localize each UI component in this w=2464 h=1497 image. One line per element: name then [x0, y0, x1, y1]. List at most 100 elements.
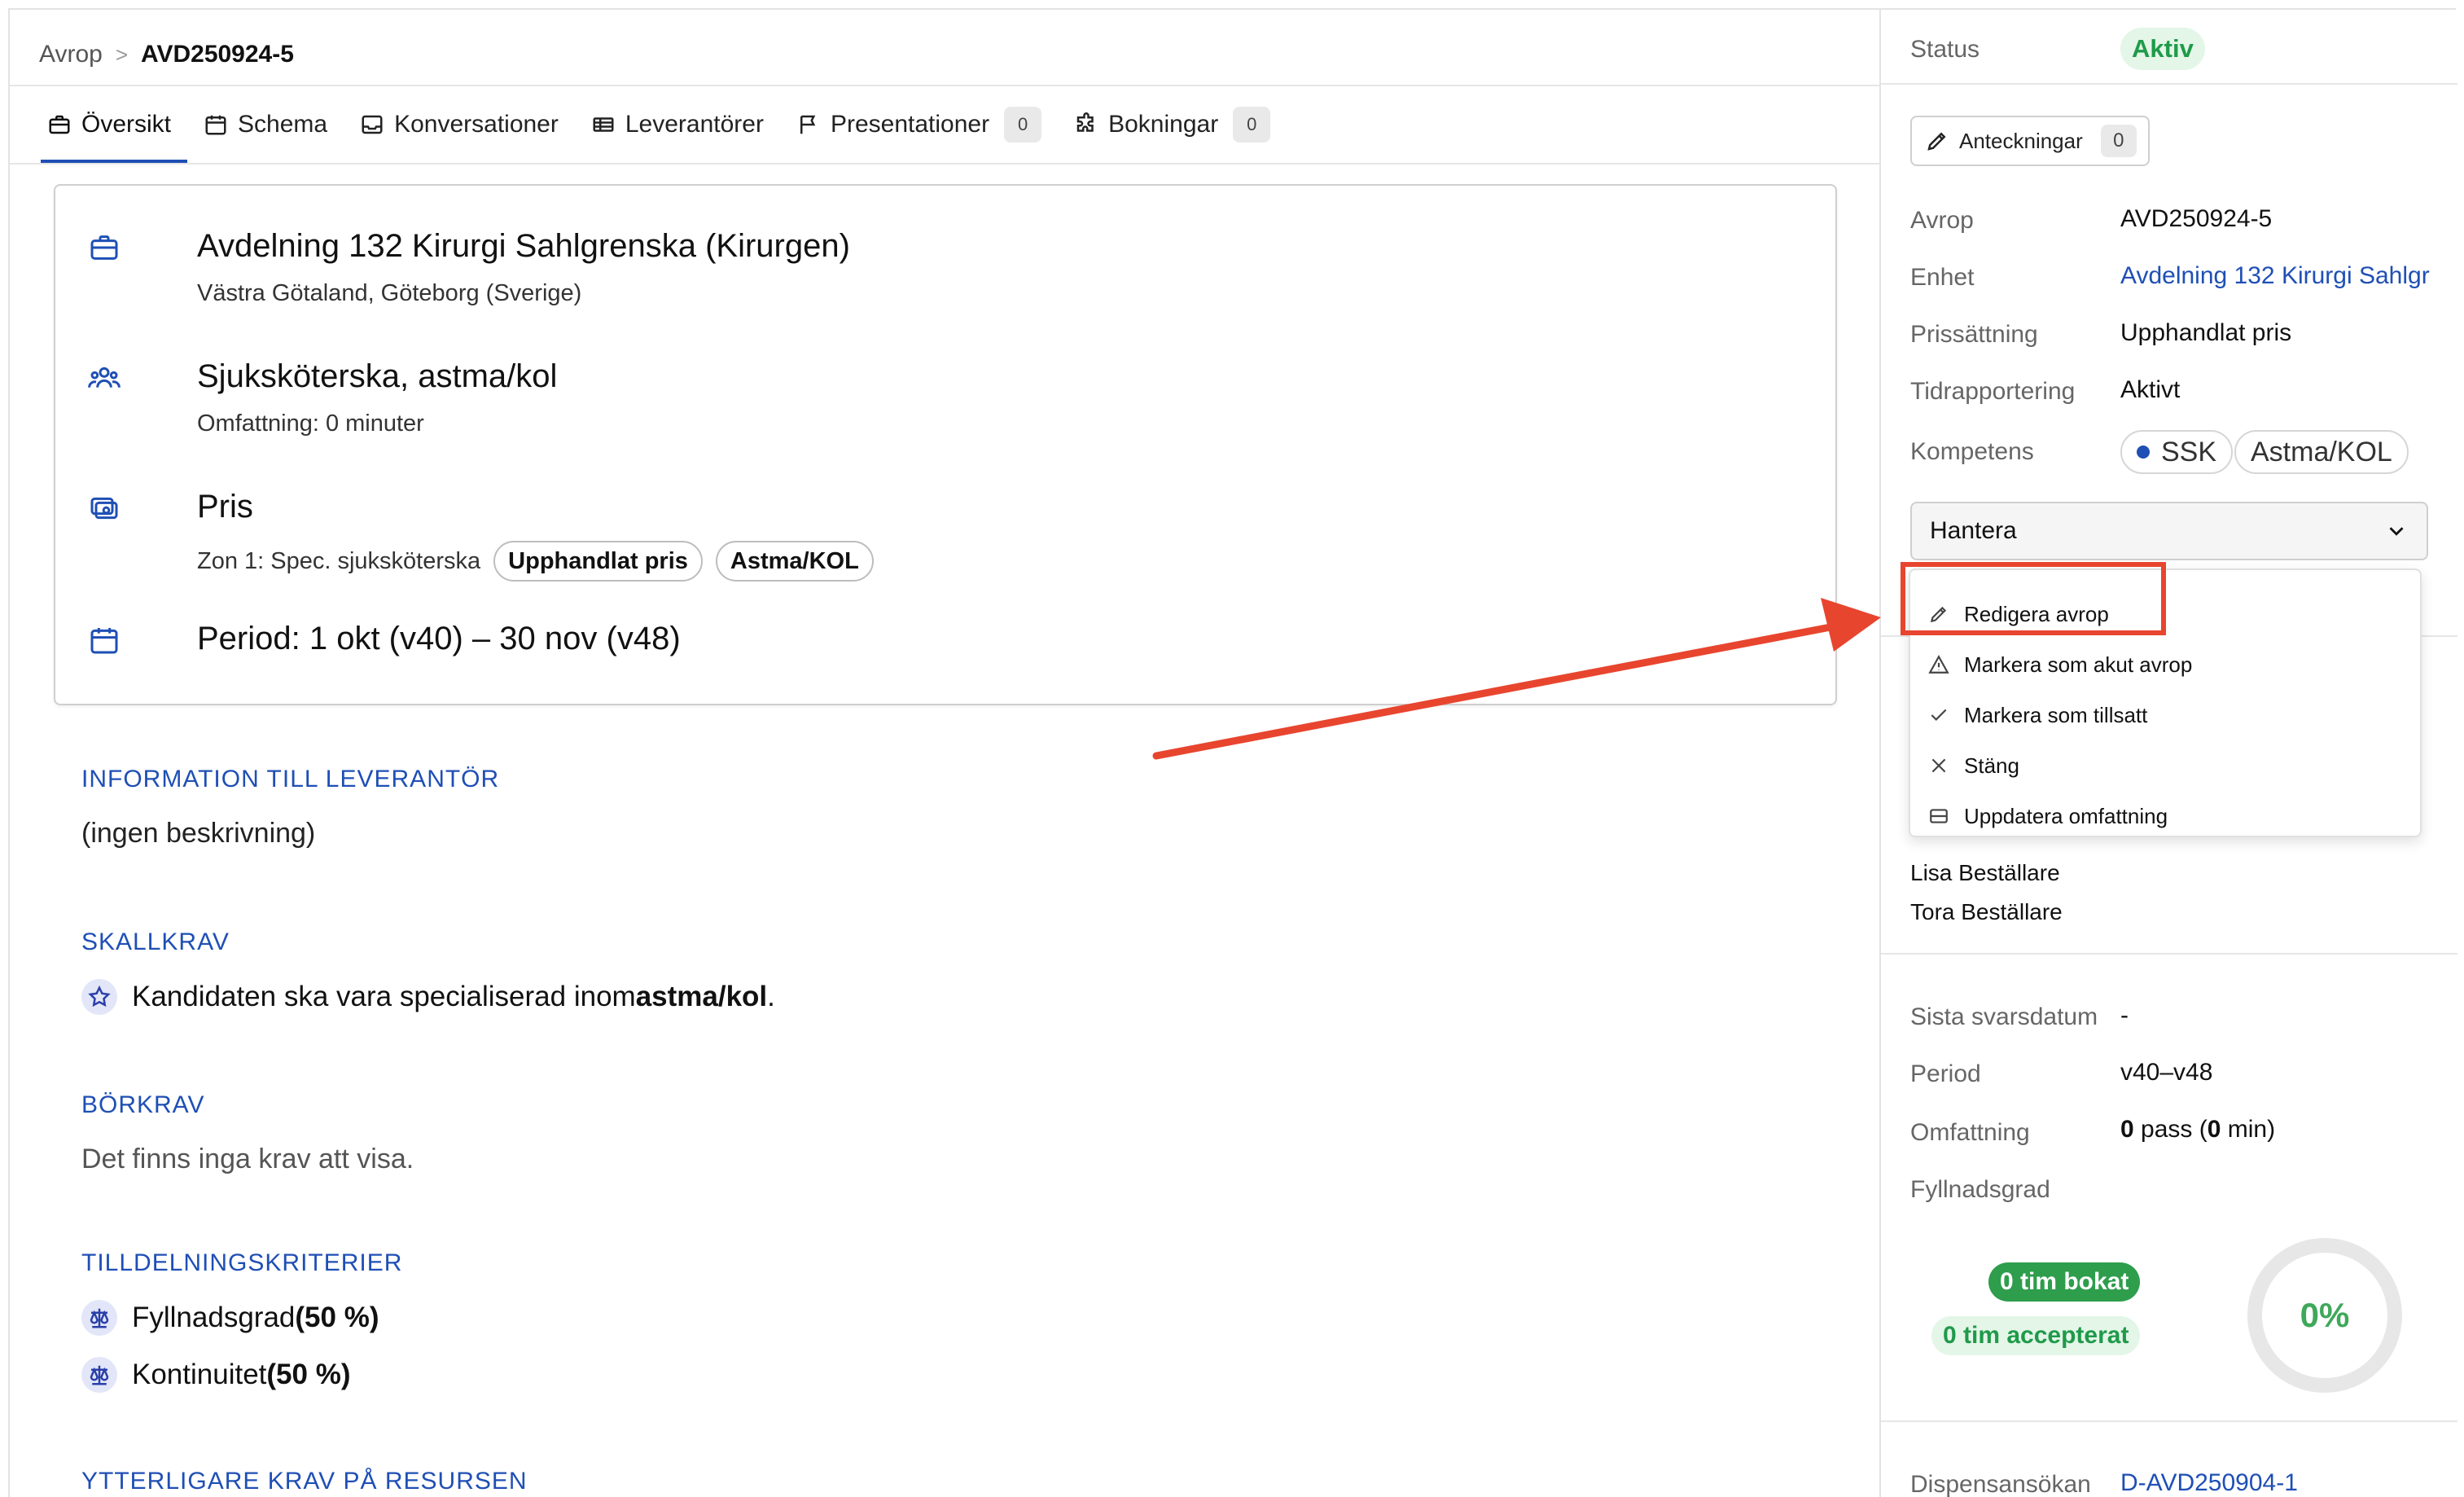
should-requirements-empty: Det finns inga krav att visa. [81, 1144, 414, 1174]
tab-count-badge: 0 [1233, 107, 1271, 143]
briefcase-icon [88, 231, 121, 264]
menu-item-label: Uppdatera omfattning [1964, 803, 2168, 828]
tabs-divider [10, 163, 1879, 165]
tab-label: Konversationer [394, 111, 559, 138]
menu-item-close[interactable]: Stäng [1928, 744, 2019, 787]
request-summary-card: Avdelning 132 Kirurgi Sahlgrenska (Kirur… [54, 184, 1837, 705]
dot-icon [2137, 446, 2150, 459]
annotation-highlight-box [1901, 562, 2166, 635]
side-divider [1881, 1420, 2457, 1422]
tab-leverantorer[interactable]: Leverantörer [575, 86, 780, 163]
price-title: Pris [197, 489, 253, 525]
manage-label: Hantera [1930, 517, 2017, 544]
scale-icon [81, 1300, 117, 1336]
notes-count-badge: 0 [2100, 125, 2137, 157]
time-reporting-value: Aktivt [2120, 376, 2181, 403]
avrop-value: AVD250924-5 [2120, 205, 2273, 232]
time-reporting-label: Tidrapportering [1910, 378, 2076, 405]
tab-label: Presentationer [830, 111, 990, 138]
competence-pill-ssk: SSK [2120, 430, 2234, 474]
must-text-prefix: Kandidaten ska vara specialiserad inom [132, 981, 636, 1012]
award-criterion-continuity: Kontinuitet (50 %) [81, 1357, 351, 1393]
info-heading: INFORMATION TILL LEVERANTÖR [81, 766, 500, 792]
competence-pill-astma: Astma/KOL [2234, 430, 2409, 474]
price-tag-competence: Astma/KOL [715, 541, 874, 582]
should-requirements-heading: BÖRKRAV [81, 1091, 205, 1118]
status-badge: Aktiv [2120, 28, 2205, 70]
pricing-label: Prissättning [1910, 321, 2038, 348]
award-1-value: (50 %) [295, 1302, 379, 1333]
period-value: v40–v48 [2120, 1059, 2213, 1086]
competence-1: SSK [2161, 436, 2217, 468]
enhet-link[interactable]: Avdelning 132 Kirurgi Sahlgrenska (Kirur… [2120, 262, 2430, 290]
tab-label: Schema [238, 111, 328, 138]
tab-schema[interactable]: Schema [187, 86, 344, 163]
tab-count-badge: 0 [1004, 107, 1042, 143]
manage-dropdown[interactable]: Hantera [1910, 502, 2428, 560]
must-text-bold: astma/kol [635, 981, 768, 1012]
fill-rate-label: Fyllnadsgrad [1910, 1176, 2050, 1203]
money-icon [88, 492, 121, 525]
breadcrumb: Avrop > AVD250924-5 [39, 41, 294, 68]
orderer-item: Lisa Beställare [1910, 860, 2060, 885]
scope-value: 0 pass (0 min) [2120, 1116, 2275, 1144]
status-label: Status [1910, 36, 1980, 63]
menu-item-label: Markera som tillsatt [1964, 702, 2148, 727]
unit-location: Västra Götaland, Göteborg (Sverige) [197, 280, 582, 306]
scope-min-text: min) [2221, 1116, 2276, 1143]
menu-item-label: Stäng [1964, 753, 2019, 778]
info-text: (ingen beskrivning) [81, 818, 316, 849]
must-text-suffix: . [767, 981, 775, 1012]
orderer-item: Tora Beställare [1910, 899, 2063, 924]
scale-icon [81, 1357, 117, 1393]
notes-button[interactable]: Anteckningar 0 [1910, 116, 2150, 166]
tab-bar: Översikt Schema Konversationer Leverantö… [31, 86, 1287, 163]
inbox-icon [360, 112, 384, 137]
flag-icon [796, 112, 821, 137]
breadcrumb-root-link[interactable]: Avrop [39, 41, 103, 68]
tab-presentationer[interactable]: Presentationer 0 [780, 86, 1058, 163]
accepted-hours-badge: 0 tim accepterat [1931, 1316, 2141, 1355]
last-reply-value: - [2120, 1002, 2129, 1029]
scope-label: Omfattning [1910, 1119, 2030, 1146]
award-2-label: Kontinuitet [132, 1359, 267, 1390]
pencil-icon [1927, 132, 1946, 151]
tab-oversikt[interactable]: Översikt [31, 86, 188, 163]
scope-min-num: 0 [2207, 1116, 2221, 1143]
dispensation-link[interactable]: D-AVD250904-1 [2120, 1469, 2430, 1497]
last-reply-label: Sista svarsdatum [1910, 1003, 2098, 1030]
must-requirements-heading: SKALLKRAV [81, 928, 230, 955]
chevron-down-icon [2389, 527, 2404, 536]
users-icon [88, 362, 121, 394]
menu-item-update-scope[interactable]: Uppdatera omfattning [1928, 795, 2168, 837]
tab-bokningar[interactable]: Bokningar 0 [1058, 86, 1287, 163]
check-icon [1931, 709, 1947, 721]
tab-label: Översikt [81, 111, 172, 138]
price-details: Zon 1: Spec. sjuksköterska Upphandlat pr… [197, 541, 874, 582]
puzzle-icon [1074, 112, 1098, 137]
pricing-value: Upphandlat pris [2120, 319, 2292, 346]
period-label: Period [1910, 1060, 1981, 1087]
storage-icon [1930, 809, 1948, 823]
fill-rate-widget: 0 tim bokat 0 tim accepterat 0% [1881, 1231, 2457, 1427]
tab-label: Leverantörer [625, 111, 764, 138]
role-scope: Omfattning: 0 minuter [197, 410, 424, 437]
tab-konversationer[interactable]: Konversationer [344, 86, 575, 163]
price-zone: Zon 1: Spec. sjuksköterska [197, 547, 481, 574]
award-criterion-fill-rate: Fyllnadsgrad (50 %) [81, 1300, 379, 1336]
role-title: Sjuksköterska, astma/kol [197, 358, 558, 394]
competence-2: Astma/KOL [2251, 436, 2392, 468]
period-title: Period: 1 okt (v40) – 30 nov (v48) [197, 621, 681, 656]
menu-item-mark-urgent[interactable]: Markera som akut avrop [1928, 643, 2192, 686]
briefcase-icon [47, 112, 72, 137]
avrop-label: Avrop [1910, 207, 1974, 234]
price-tag-procured: Upphandlat pris [493, 541, 703, 582]
must-requirement-item: Kandidaten ska vara specialiserad inom a… [81, 979, 775, 1015]
competence-label: Kompetens [1910, 438, 2034, 465]
fill-rate-percent: 0% [2300, 1296, 2350, 1334]
unit-title: Avdelning 132 Kirurgi Sahlgrenska (Kirur… [197, 228, 850, 264]
close-icon [1931, 758, 1946, 773]
breadcrumb-current: AVD250924-5 [141, 41, 294, 68]
side-divider [1881, 83, 2457, 85]
menu-item-mark-filled[interactable]: Markera som tillsatt [1928, 694, 2147, 736]
